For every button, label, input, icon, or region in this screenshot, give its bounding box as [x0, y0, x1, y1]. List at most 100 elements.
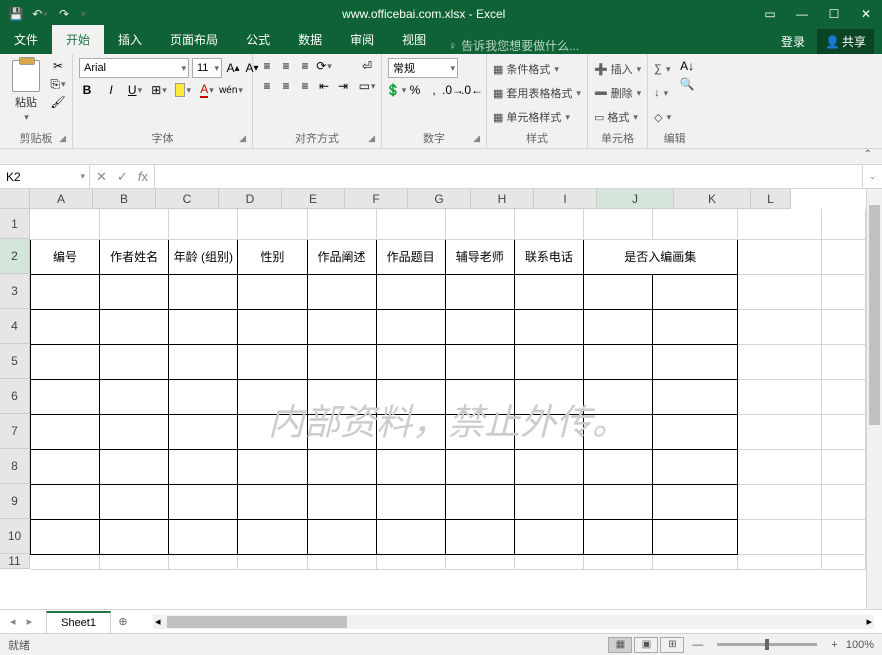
- cell[interactable]: [737, 414, 821, 449]
- col-header-I[interactable]: I: [534, 189, 597, 209]
- cell[interactable]: [100, 414, 169, 449]
- cell[interactable]: [737, 274, 821, 309]
- cell[interactable]: [169, 414, 238, 449]
- sheet-nav-icon[interactable]: ◂ ▸: [0, 615, 46, 628]
- font-name-combo[interactable]: Arial: [79, 58, 189, 78]
- cell[interactable]: [169, 344, 238, 379]
- cell[interactable]: [376, 274, 445, 309]
- phonetic-button[interactable]: wén▾: [223, 82, 239, 98]
- delete-cells-button[interactable]: ➖删除▾: [594, 82, 641, 104]
- cell[interactable]: [737, 484, 821, 519]
- add-sheet-icon[interactable]: ⊕: [111, 615, 135, 628]
- fill-button[interactable]: ↓▾: [654, 82, 671, 104]
- insert-cells-button[interactable]: ➕插入▾: [594, 58, 641, 80]
- cell[interactable]: [169, 554, 238, 569]
- tab-review[interactable]: 审阅: [336, 25, 388, 54]
- cell[interactable]: [653, 519, 737, 554]
- cell[interactable]: [653, 344, 737, 379]
- cell[interactable]: [445, 554, 514, 569]
- cell[interactable]: [31, 519, 100, 554]
- share-button[interactable]: 👤 共享: [817, 29, 874, 54]
- cell[interactable]: 年龄 (组别): [169, 239, 238, 274]
- cell[interactable]: 编号: [31, 239, 100, 274]
- cell[interactable]: 是否入编画集: [584, 239, 738, 274]
- cell[interactable]: [822, 414, 866, 449]
- cell[interactable]: [307, 379, 376, 414]
- cell[interactable]: [169, 449, 238, 484]
- row-header-4[interactable]: 4: [0, 309, 30, 344]
- cell[interactable]: 作品阐述: [307, 239, 376, 274]
- cell[interactable]: [100, 449, 169, 484]
- cell[interactable]: [584, 309, 653, 344]
- cell[interactable]: [822, 209, 866, 239]
- cell[interactable]: [653, 414, 737, 449]
- number-format-combo[interactable]: 常规: [388, 58, 458, 78]
- increase-font-icon[interactable]: A▴: [225, 60, 241, 76]
- cell[interactable]: [737, 449, 821, 484]
- cell[interactable]: [514, 554, 583, 569]
- indent-dec-icon[interactable]: ⇤: [316, 78, 332, 94]
- close-icon[interactable]: ✕: [850, 0, 882, 28]
- cell[interactable]: [514, 449, 583, 484]
- copy-icon[interactable]: ⎘▾: [50, 76, 66, 92]
- tab-data[interactable]: 数据: [284, 25, 336, 54]
- cell[interactable]: [822, 554, 866, 569]
- bold-button[interactable]: B: [79, 82, 95, 98]
- cell[interactable]: 作品题目: [376, 239, 445, 274]
- table-format-button[interactable]: ▦套用表格格式▾: [493, 82, 581, 104]
- underline-button[interactable]: U▾: [127, 82, 143, 98]
- tab-layout[interactable]: 页面布局: [156, 25, 232, 54]
- cell[interactable]: [31, 379, 100, 414]
- cell[interactable]: [376, 519, 445, 554]
- cell[interactable]: [445, 414, 514, 449]
- percent-icon[interactable]: %: [407, 82, 423, 98]
- cell[interactable]: [584, 209, 653, 239]
- cell[interactable]: [307, 344, 376, 379]
- col-header-J[interactable]: J: [597, 189, 674, 209]
- cell[interactable]: [238, 209, 307, 239]
- col-header-H[interactable]: H: [471, 189, 534, 209]
- row-header-2[interactable]: 2: [0, 239, 30, 274]
- cell[interactable]: [100, 209, 169, 239]
- cell-styles-button[interactable]: ▦单元格样式▾: [493, 106, 570, 128]
- cell[interactable]: [100, 554, 169, 569]
- cell[interactable]: [169, 274, 238, 309]
- cell[interactable]: 作者姓名: [100, 239, 169, 274]
- col-header-L[interactable]: L: [751, 189, 791, 209]
- cell[interactable]: [376, 484, 445, 519]
- clipboard-launcher-icon[interactable]: ◢: [59, 133, 66, 144]
- cut-icon[interactable]: ✂: [50, 58, 66, 74]
- paste-button[interactable]: 粘贴 ▾: [6, 58, 46, 124]
- clear-button[interactable]: ◇▾: [654, 106, 671, 128]
- align-left-icon[interactable]: ≡: [259, 78, 275, 94]
- tab-file[interactable]: 文件: [0, 25, 52, 54]
- cell[interactable]: [445, 209, 514, 239]
- cell[interactable]: [100, 344, 169, 379]
- align-right-icon[interactable]: ≡: [297, 78, 313, 94]
- cell[interactable]: [822, 484, 866, 519]
- cell[interactable]: [376, 344, 445, 379]
- cell[interactable]: [307, 484, 376, 519]
- col-header-E[interactable]: E: [282, 189, 345, 209]
- cell[interactable]: [307, 309, 376, 344]
- cell[interactable]: [584, 484, 653, 519]
- cell[interactable]: [514, 379, 583, 414]
- cell[interactable]: [653, 309, 737, 344]
- cell[interactable]: [514, 309, 583, 344]
- cell[interactable]: [822, 344, 866, 379]
- cell[interactable]: [100, 379, 169, 414]
- cell[interactable]: [307, 209, 376, 239]
- cell[interactable]: [737, 309, 821, 344]
- cell[interactable]: [822, 379, 866, 414]
- borders-button[interactable]: ⊞▾: [151, 82, 167, 98]
- formula-input[interactable]: [155, 165, 862, 188]
- cell[interactable]: [307, 554, 376, 569]
- row-header-11[interactable]: 11: [0, 554, 30, 569]
- save-icon[interactable]: 💾: [8, 6, 24, 22]
- row-header-5[interactable]: 5: [0, 344, 30, 379]
- number-launcher-icon[interactable]: ◢: [473, 133, 480, 144]
- cell[interactable]: [376, 209, 445, 239]
- cell[interactable]: [514, 209, 583, 239]
- cell[interactable]: [31, 484, 100, 519]
- col-header-F[interactable]: F: [345, 189, 408, 209]
